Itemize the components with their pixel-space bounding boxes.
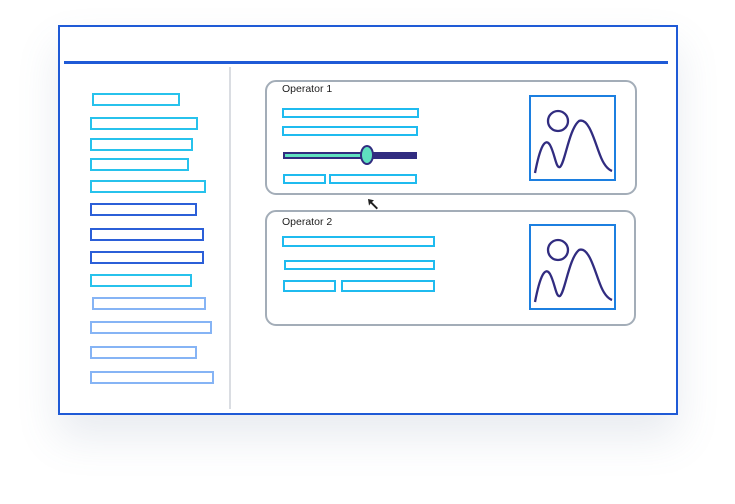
sidebar-item[interactable] [90,346,197,359]
text-field[interactable] [283,174,326,184]
title-bar [64,61,668,64]
operator-panel-2: Operator 2 [265,210,636,326]
sidebar-item[interactable] [90,158,189,171]
sidebar-item[interactable] [90,138,193,151]
text-field[interactable] [282,236,435,247]
sidebar-item[interactable] [90,203,197,216]
sidebar-item[interactable] [92,297,206,310]
operator-title: Operator 2 [282,216,333,228]
slider-handle[interactable] [360,145,375,165]
sidebar-item[interactable] [90,228,204,241]
text-field[interactable] [329,174,417,184]
image-placeholder [529,95,616,181]
operator-title: Operator 1 [282,83,333,95]
image-placeholder [529,224,616,310]
sidebar-item[interactable] [90,321,212,334]
slider[interactable] [283,152,417,159]
sidebar-item[interactable] [90,371,214,384]
sidebar-divider [229,67,231,409]
text-field[interactable] [282,108,419,118]
operator-panel-1: Operator 1 [265,80,637,195]
text-field[interactable] [282,126,418,136]
sidebar-item[interactable] [90,180,206,193]
sidebar-item[interactable] [92,93,180,106]
text-field[interactable] [284,260,435,270]
text-field[interactable] [341,280,435,292]
sidebar-item[interactable] [90,117,198,130]
image-placeholder-icon [533,109,613,174]
wireframe-canvas: Operator 1 Operator 2 [0,0,735,504]
text-field[interactable] [283,280,336,292]
mouse-pointer-icon [368,199,378,210]
sidebar-item[interactable] [90,251,204,264]
sidebar-item[interactable] [90,274,192,287]
image-placeholder-icon [533,238,613,303]
slider-fill [285,154,367,157]
